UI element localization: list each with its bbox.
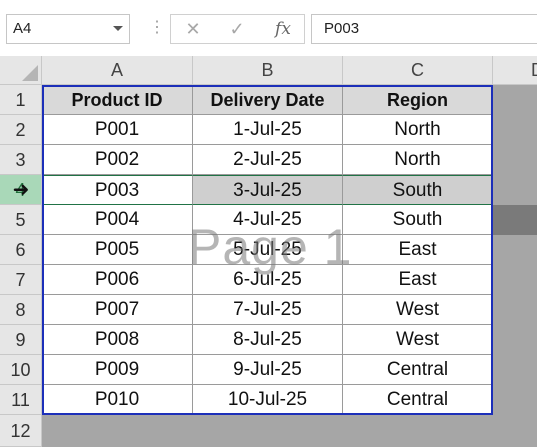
row-header-8[interactable]: 8: [0, 295, 42, 325]
cell-region[interactable]: Central: [343, 385, 493, 415]
cell-product-id[interactable]: P007: [42, 295, 193, 325]
formula-bar: A4 ⋮ ✕ ✓ fx P003: [0, 0, 537, 56]
cell-region[interactable]: West: [343, 295, 493, 325]
table-row: P010 10-Jul-25 Central: [42, 385, 493, 415]
cell-region[interactable]: East: [343, 235, 493, 265]
row-header-10[interactable]: 10: [0, 355, 42, 385]
name-box-value: A4: [13, 20, 32, 37]
drag-handle-icon[interactable]: ⋮: [149, 18, 165, 38]
row-header-4[interactable]: ➜ 4: [0, 175, 42, 205]
header-product-id[interactable]: Product ID: [42, 85, 193, 115]
table-row: P008 8-Jul-25 West: [42, 325, 493, 355]
table-row: P006 6-Jul-25 East: [42, 265, 493, 295]
table-row: P005 5-Jul-25 East: [42, 235, 493, 265]
chevron-down-icon[interactable]: [113, 26, 123, 31]
cell-delivery-date[interactable]: 8-Jul-25: [193, 325, 343, 355]
header-region[interactable]: Region: [343, 85, 493, 115]
table-row: P009 9-Jul-25 Central: [42, 355, 493, 385]
row-header-2[interactable]: 2: [0, 115, 42, 145]
cell-region[interactable]: South: [343, 175, 493, 205]
table-row: P004 4-Jul-25 South: [42, 205, 493, 235]
cell-region[interactable]: South: [343, 205, 493, 235]
cell-delivery-date[interactable]: 9-Jul-25: [193, 355, 343, 385]
cell-product-id[interactable]: P010: [42, 385, 193, 415]
select-all-button[interactable]: [0, 56, 42, 85]
cell-product-id[interactable]: P008: [42, 325, 193, 355]
row-header-7[interactable]: 7: [0, 265, 42, 295]
cell-region[interactable]: North: [343, 145, 493, 175]
cell-delivery-date[interactable]: 2-Jul-25: [193, 145, 343, 175]
formula-buttons: ✕ ✓ fx: [170, 14, 305, 44]
cell-product-id[interactable]: P004: [42, 205, 193, 235]
name-box[interactable]: A4: [6, 14, 130, 44]
cell-delivery-date[interactable]: 6-Jul-25: [193, 265, 343, 295]
cell-region[interactable]: North: [343, 115, 493, 145]
cell-product-id[interactable]: P002: [42, 145, 193, 175]
row-header-5[interactable]: 5: [0, 205, 42, 235]
cell-region[interactable]: West: [343, 325, 493, 355]
cancel-icon[interactable]: ✕: [173, 15, 213, 43]
formula-input[interactable]: P003: [311, 14, 537, 44]
column-header-d[interactable]: D: [493, 56, 537, 85]
row-header-6[interactable]: 6: [0, 235, 42, 265]
cell-product-id[interactable]: P006: [42, 265, 193, 295]
column-header-a[interactable]: A: [42, 56, 193, 85]
print-area: Product ID Delivery Date Region P001 1-J…: [42, 85, 493, 415]
cell-product-id[interactable]: P009: [42, 355, 193, 385]
cell-delivery-date[interactable]: 10-Jul-25: [193, 385, 343, 415]
select-all-icon: [22, 65, 38, 81]
cell-product-id[interactable]: P001: [42, 115, 193, 145]
cell-region[interactable]: East: [343, 265, 493, 295]
header-row: Product ID Delivery Date Region: [42, 85, 493, 115]
cell-delivery-date[interactable]: 1-Jul-25: [193, 115, 343, 145]
cell-delivery-date[interactable]: 3-Jul-25: [193, 175, 343, 205]
table-row: P007 7-Jul-25 West: [42, 295, 493, 325]
column-header-c[interactable]: C: [343, 56, 493, 85]
selected-row-outside-print-area[interactable]: [493, 205, 537, 235]
non-print-area: [42, 415, 537, 447]
enter-icon[interactable]: ✓: [217, 15, 257, 43]
cell-delivery-date[interactable]: 7-Jul-25: [193, 295, 343, 325]
cell-product-id[interactable]: P003: [42, 175, 193, 205]
select-row-cursor-icon: ➜: [12, 179, 30, 201]
row-header-9[interactable]: 9: [0, 325, 42, 355]
header-delivery-date[interactable]: Delivery Date: [193, 85, 343, 115]
worksheet-grid: A B C D 1 2 3 ➜ 4 5 6 7 8 9 10 11 12 Pro…: [0, 56, 537, 447]
cell-product-id[interactable]: P005: [42, 235, 193, 265]
column-header-b[interactable]: B: [193, 56, 343, 85]
cell-region[interactable]: Central: [343, 355, 493, 385]
cell-delivery-date[interactable]: 5-Jul-25: [193, 235, 343, 265]
table-row-selected: P003 3-Jul-25 South: [42, 175, 493, 205]
table-row: P002 2-Jul-25 North: [42, 145, 493, 175]
cell-delivery-date[interactable]: 4-Jul-25: [193, 205, 343, 235]
row-header-12[interactable]: 12: [0, 415, 42, 447]
table-row: P001 1-Jul-25 North: [42, 115, 493, 145]
insert-function-icon[interactable]: fx: [263, 15, 303, 43]
row-header-3[interactable]: 3: [0, 145, 42, 175]
row-header-1[interactable]: 1: [0, 85, 42, 115]
row-header-11[interactable]: 11: [0, 385, 42, 415]
